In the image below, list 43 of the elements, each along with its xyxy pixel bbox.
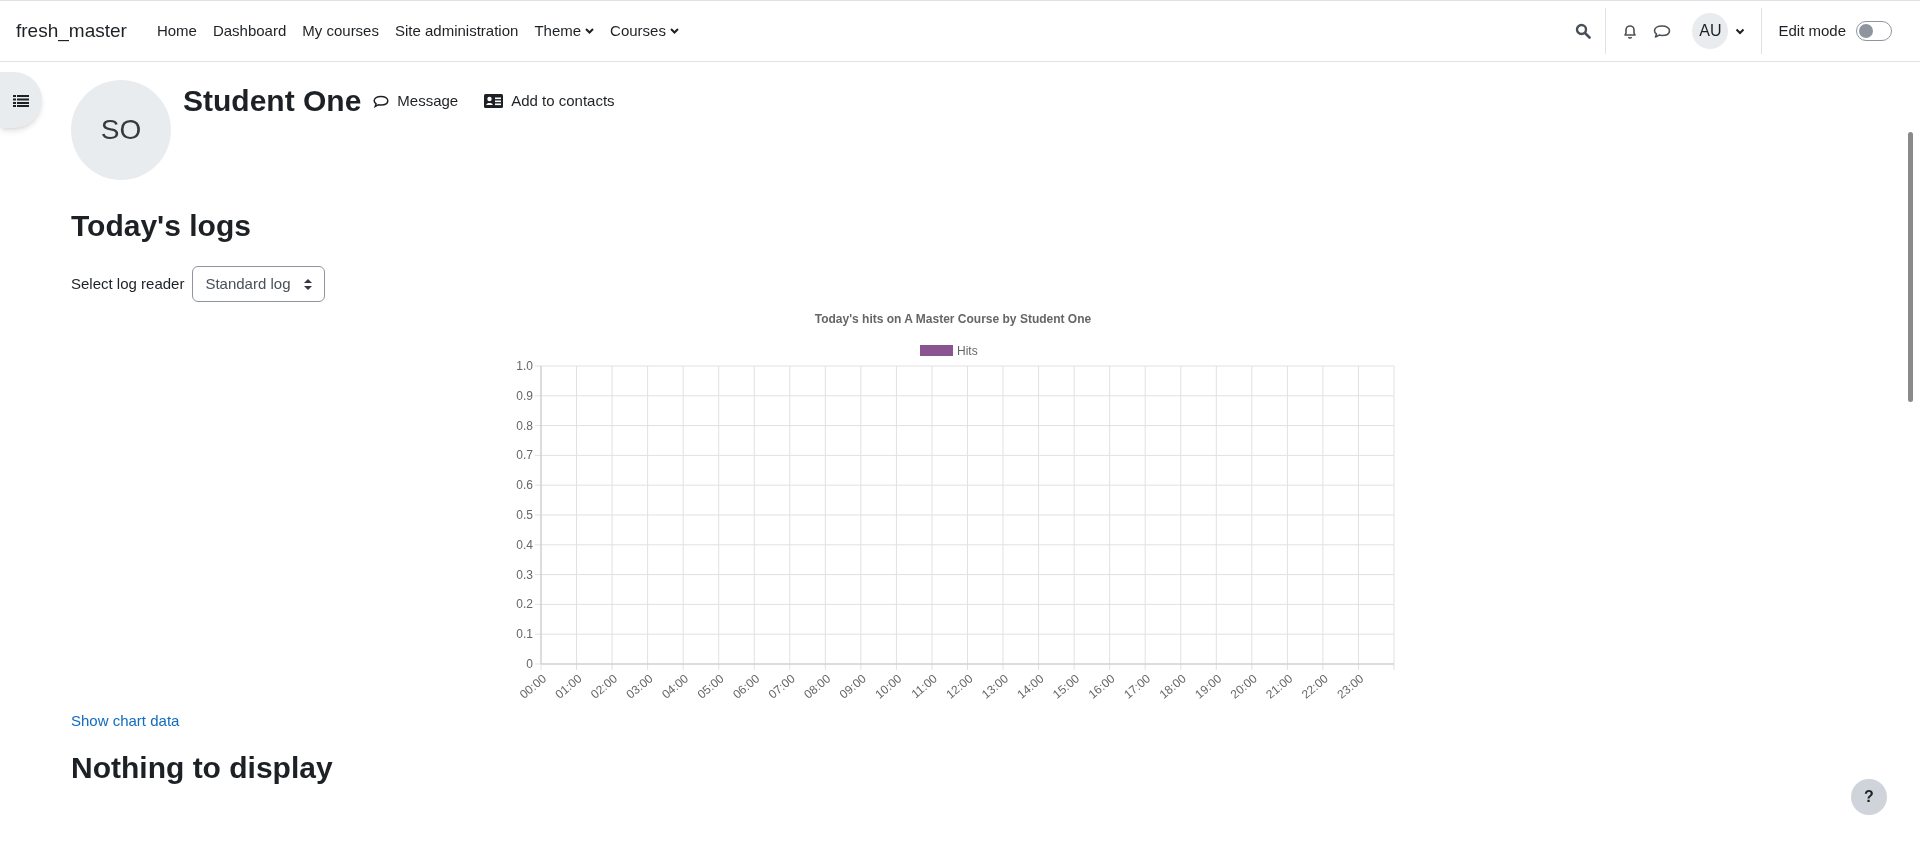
y-axis-label: 0.3 <box>516 567 533 582</box>
y-axis-label: 0.2 <box>516 597 533 612</box>
section-heading: Today's logs <box>71 211 252 241</box>
log-reader-select[interactable]: Standard log <box>192 266 326 302</box>
show-chart-data-link[interactable]: Show chart data <box>71 710 180 733</box>
y-axis-label: 0.7 <box>516 448 533 463</box>
y-axis-label: 0.4 <box>516 537 533 552</box>
user-name: Student One <box>183 86 362 116</box>
chat-icon <box>373 94 390 108</box>
edit-mode-toggle[interactable] <box>1856 21 1892 41</box>
legend-label[interactable]: Hits <box>957 344 978 358</box>
nav-link[interactable]: Home <box>148 19 205 43</box>
add-contact-link[interactable]: Add to contacts <box>484 90 615 113</box>
list-icon <box>13 93 29 107</box>
y-axis-label: 0.5 <box>516 508 533 522</box>
caret-icon[interactable] <box>1735 27 1746 35</box>
nav-link[interactable]: My courses <box>294 19 387 43</box>
y-axis-label: 0.9 <box>516 388 533 403</box>
nav-link[interactable]: Courses <box>602 19 687 43</box>
message-link[interactable]: Message <box>373 90 459 113</box>
y-axis-label: 0.6 <box>516 478 533 493</box>
profile-avatar: SO <box>71 80 171 180</box>
y-axis-label: 1.0 <box>516 359 533 373</box>
help-button[interactable]: ? <box>1851 779 1887 815</box>
y-axis-label: 0.1 <box>516 627 533 642</box>
site-name[interactable]: fresh_master <box>16 16 127 46</box>
nav-link[interactable]: Theme <box>526 19 603 43</box>
search-icon[interactable] <box>1573 21 1594 41</box>
y-axis-label: 0 <box>526 657 533 671</box>
user-avatar[interactable]: AU <box>1692 13 1729 49</box>
y-axis-label: 0.8 <box>516 418 533 433</box>
caret-icon <box>669 28 679 34</box>
empty-heading: Nothing to display <box>71 752 334 783</box>
edit-mode-label: Edit mode <box>1778 20 1846 41</box>
chart-title: Today's hits on A Master Course by Student One <box>814 312 1092 326</box>
nav-link[interactable]: Dashboard <box>204 19 295 43</box>
caret-icon <box>585 28 595 34</box>
sort-icon <box>304 278 313 290</box>
drawer-toggle-button[interactable] <box>0 72 42 128</box>
scrollbar[interactable] <box>1908 132 1913 402</box>
nav-link[interactable]: Site administration <box>386 19 527 43</box>
contact-card-icon <box>484 94 504 109</box>
log-reader-label: Select log reader <box>71 273 185 294</box>
